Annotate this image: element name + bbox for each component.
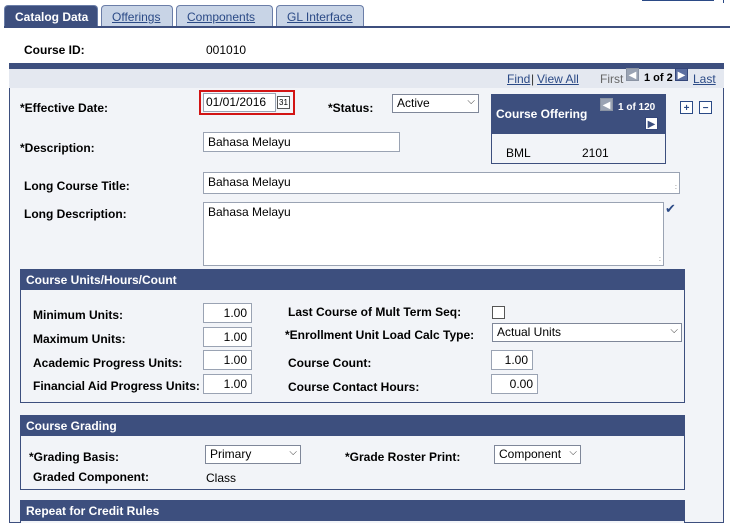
load-calc-label: *Enrollment Unit Load Calc Type: [285,328,475,342]
long-desc-value: Bahasa Melayu [208,205,291,219]
min-units-label: Minimum Units: [33,308,123,322]
offering-prev-icon[interactable]: ◀ [600,98,613,111]
long-title-value: Bahasa Melayu [208,175,291,189]
tab-components[interactable]: Components [176,5,273,27]
course-count-label: Course Count: [288,356,372,370]
first-label: First [600,72,624,86]
row-position: 1 of 2 [644,72,673,84]
course-id-value: 001010 [206,43,247,57]
long-title-label: Long Course Title: [24,179,130,193]
acad-units-input[interactable]: 1.00 [203,350,252,370]
graded-component-value: Class [206,471,237,485]
description-label: *Description: [20,141,95,155]
repeat-panel: Repeat for Credit Rules [20,500,685,523]
status-value: Active [397,96,430,110]
load-calc-select[interactable]: Actual Units ⌵ [492,323,682,342]
offering-catalog: 2101 [582,146,609,160]
long-title-input[interactable]: Bahasa Melayu ∶ [203,172,680,194]
effective-date-label: *Effective Date: [20,101,109,115]
long-desc-input[interactable]: Bahasa Melayu ∶ [203,202,664,266]
view-all-link[interactable]: View All [537,72,579,86]
course-offering-title: Course Offering [496,107,588,121]
find-link[interactable]: Find [507,72,530,86]
offering-position: 1 of 120 [618,102,656,113]
fin-units-label: Financial Aid Progress Units: [33,379,200,393]
tab-catalog-data[interactable]: Catalog Data [4,5,98,27]
contact-hours-label: Course Contact Hours: [288,380,420,394]
grading-basis-value: Primary [210,447,252,461]
offering-subject: BML [506,146,531,160]
contact-hours-input[interactable]: 0.00 [491,374,538,394]
chevron-down-icon: ⌵ [467,96,475,107]
offering-next-icon[interactable]: ▶ [645,117,658,130]
effective-date-input[interactable]: 01/01/2016 [203,93,276,112]
remove-row-icon[interactable]: − [699,101,712,114]
resize-grip-icon[interactable]: ∶ [675,183,677,192]
top-link-separator [723,0,724,3]
load-calc-value: Actual Units [497,325,562,339]
tab-offerings[interactable]: Offerings [101,5,173,27]
roster-print-select[interactable]: Component ⌵ [494,445,581,464]
last-link[interactable]: Last [693,72,716,86]
tab-underline [4,26,730,28]
max-units-input[interactable]: 1.00 [203,327,252,347]
grading-panel-title: Course Grading [21,416,684,436]
course-id-label: Course ID: [24,43,85,57]
calendar-icon[interactable]: 31 [277,96,290,109]
min-units-input[interactable]: 1.00 [203,303,252,323]
chevron-down-icon: ⌵ [569,447,577,458]
last-course-label: Last Course of Mult Term Seq: [288,305,462,319]
roster-print-value: Component [499,447,562,461]
max-units-label: Maximum Units: [33,332,126,346]
grading-basis-label: *Grading Basis: [29,450,120,464]
status-select[interactable]: Active ⌵ [392,94,479,113]
prev-row-icon[interactable]: ◀ [626,68,639,81]
course-count-input[interactable]: 1.00 [491,350,533,370]
graded-component-label: Graded Component: [33,470,149,484]
add-row-icon[interactable]: + [680,101,693,114]
acad-units-label: Academic Progress Units: [33,356,183,370]
tab-gl-interface[interactable]: GL Interface [276,5,364,27]
status-label: *Status: [328,101,374,115]
spell-check-icon[interactable]: ✔ [665,201,676,217]
last-course-checkbox[interactable] [492,306,505,319]
repeat-panel-title: Repeat for Credit Rules [21,501,684,521]
resize-grip-icon[interactable]: ∶ [659,255,661,264]
description-input[interactable]: Bahasa Melayu [203,132,400,152]
units-panel-title: Course Units/Hours/Count [21,270,684,290]
chevron-down-icon: ⌵ [670,325,678,336]
nav-separator: | [531,72,535,86]
top-link-underline [642,0,714,1]
fin-units-input[interactable]: 1.00 [203,374,252,394]
roster-print-label: *Grade Roster Print: [345,450,461,464]
next-row-icon[interactable]: ▶ [675,68,688,81]
chevron-down-icon: ⌵ [289,447,297,458]
grading-basis-select[interactable]: Primary ⌵ [205,445,301,464]
long-desc-label: Long Description: [24,207,127,221]
